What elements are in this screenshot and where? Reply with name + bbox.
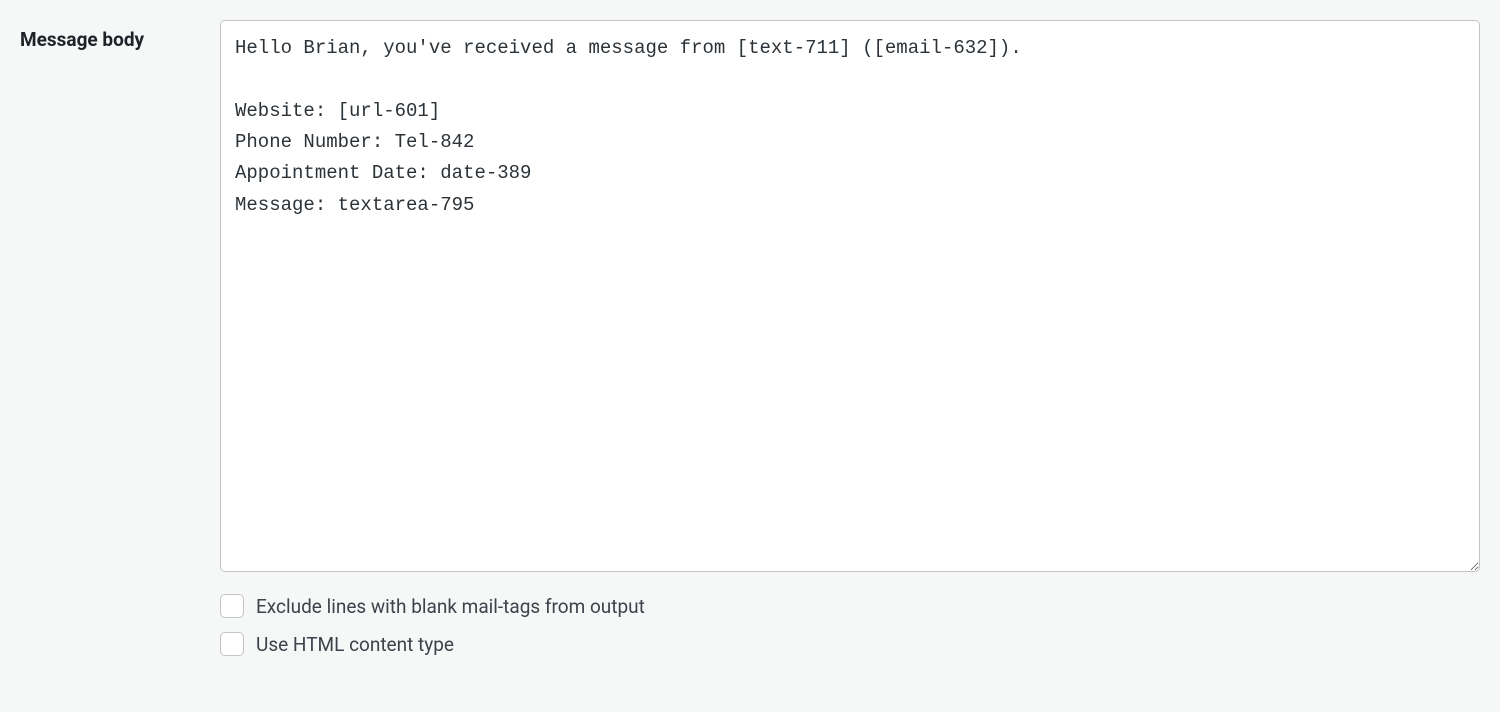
message-body-content: Exclude lines with blank mail-tags from … [220,20,1480,656]
use-html-label[interactable]: Use HTML content type [256,633,454,656]
use-html-checkbox[interactable] [220,632,244,656]
exclude-blank-label[interactable]: Exclude lines with blank mail-tags from … [256,595,645,618]
use-html-row: Use HTML content type [220,632,1480,656]
message-body-label: Message body [20,20,200,51]
exclude-blank-row: Exclude lines with blank mail-tags from … [220,594,1480,618]
message-body-textarea[interactable] [220,20,1480,572]
exclude-blank-checkbox[interactable] [220,594,244,618]
message-body-row: Message body Exclude lines with blank ma… [20,20,1480,656]
